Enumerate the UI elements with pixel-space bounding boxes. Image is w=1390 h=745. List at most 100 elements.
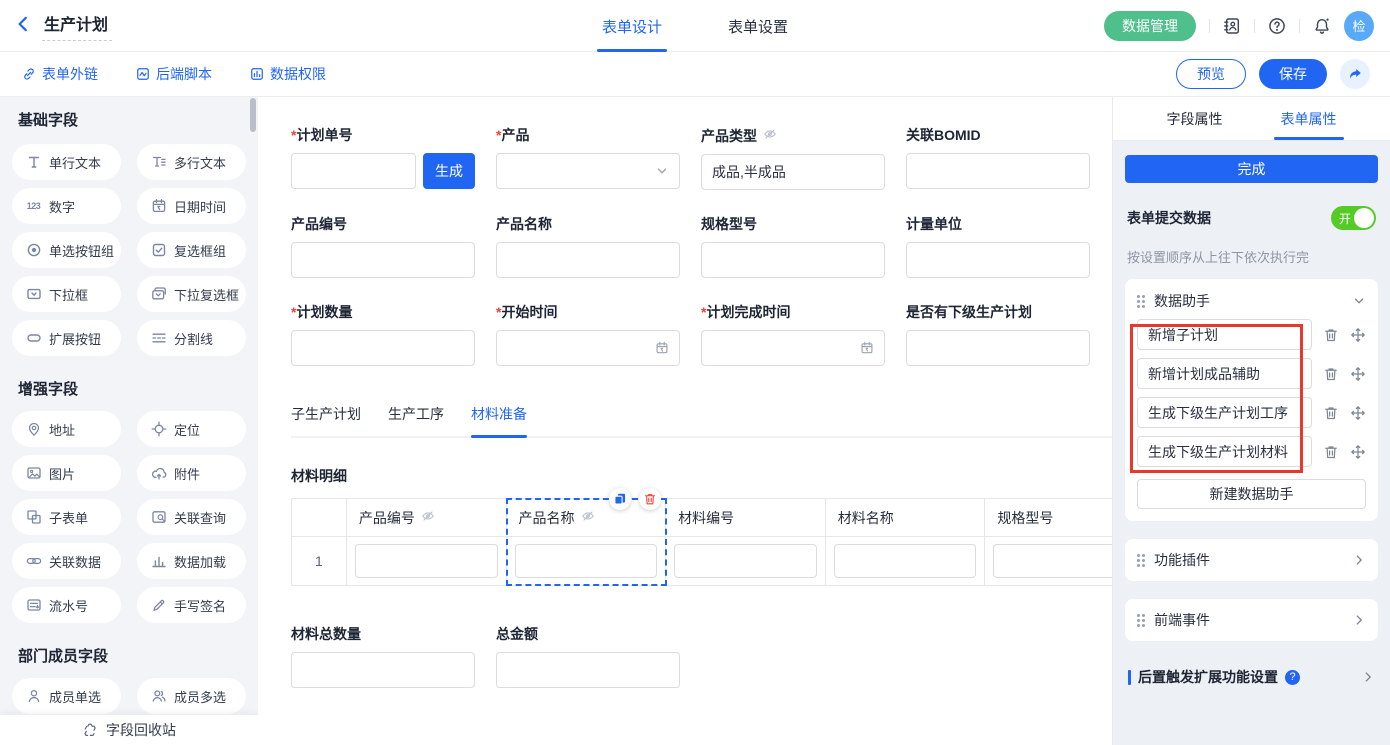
help-badge-icon[interactable]: ? bbox=[1285, 670, 1300, 685]
field-button-multi-text[interactable]: 多行文本 bbox=[137, 144, 246, 180]
done-button[interactable]: 完成 bbox=[1125, 155, 1378, 183]
move-icon[interactable] bbox=[1350, 327, 1366, 343]
field-button-link-data[interactable]: 关联数据 bbox=[12, 543, 121, 579]
bom-id-input[interactable] bbox=[906, 153, 1090, 189]
delete-column-button[interactable] bbox=[639, 488, 661, 510]
share-button[interactable] bbox=[1340, 59, 1370, 89]
help-icon[interactable] bbox=[1268, 17, 1286, 35]
cell-input[interactable] bbox=[355, 544, 498, 578]
field-bom-id[interactable]: 关联BOMID bbox=[906, 127, 1090, 190]
tab-production-process[interactable]: 生产工序 bbox=[388, 404, 444, 436]
field-start-time[interactable]: *开始时间 bbox=[496, 304, 680, 366]
frontend-event-section[interactable]: 前端事件 bbox=[1125, 599, 1378, 641]
has-sub-plan-input[interactable] bbox=[906, 330, 1090, 366]
save-button[interactable]: 保存 bbox=[1259, 59, 1327, 89]
post-trigger-settings-link[interactable]: 后置触发扩展功能设置 ? bbox=[1125, 667, 1378, 687]
field-button-extend-button[interactable]: 扩展按钮 bbox=[12, 320, 121, 356]
product-select[interactable] bbox=[496, 153, 680, 189]
tab-form-design[interactable]: 表单设计 bbox=[602, 0, 662, 52]
contacts-icon[interactable] bbox=[1223, 17, 1241, 35]
field-button-multi-select[interactable]: 下拉复选框 bbox=[137, 276, 246, 312]
field-plan-qty[interactable]: *计划数量 bbox=[291, 304, 475, 366]
drag-handle-icon[interactable] bbox=[1137, 554, 1145, 567]
new-data-assistant-button[interactable]: 新建数据助手 bbox=[1137, 479, 1366, 509]
field-button-single-text[interactable]: 单行文本 bbox=[12, 144, 121, 180]
tab-field-properties[interactable]: 字段属性 bbox=[1167, 97, 1223, 140]
plan-qty-input[interactable] bbox=[291, 330, 475, 366]
notification-icon[interactable] bbox=[1313, 17, 1331, 35]
product-code-input[interactable] bbox=[291, 242, 475, 278]
field-spec-model[interactable]: 规格型号 bbox=[701, 216, 885, 278]
field-has-sub-plan[interactable]: 是否有下级生产计划 bbox=[906, 304, 1090, 366]
field-product-name[interactable]: 产品名称 bbox=[496, 216, 680, 278]
function-plugin-section[interactable]: 功能插件 bbox=[1125, 539, 1378, 581]
field-product-code[interactable]: 产品编号 bbox=[291, 216, 475, 278]
field-button-lookup[interactable]: 关联查询 bbox=[137, 499, 246, 535]
trash-icon[interactable] bbox=[1323, 405, 1339, 421]
assistant-item-button[interactable]: 生成下级生产计划材料 bbox=[1137, 436, 1312, 467]
drag-handle-icon[interactable] bbox=[1137, 614, 1145, 627]
move-icon[interactable] bbox=[1350, 405, 1366, 421]
assistant-item-button[interactable]: 新增计划成品辅助 bbox=[1137, 358, 1312, 389]
unit-input[interactable] bbox=[906, 242, 1090, 278]
field-unit[interactable]: 计量单位 bbox=[906, 216, 1090, 278]
product-name-input[interactable] bbox=[496, 242, 680, 278]
chevron-down-icon[interactable] bbox=[1352, 294, 1366, 308]
tab-form-properties[interactable]: 表单属性 bbox=[1281, 97, 1337, 140]
field-button-serial[interactable]: 流水号 bbox=[12, 587, 121, 623]
field-total-amount[interactable]: 总金额 bbox=[496, 626, 680, 688]
product-type-input[interactable]: 成品,半成品 bbox=[701, 154, 885, 190]
field-button-member-multi[interactable]: 成员多选 bbox=[137, 678, 246, 714]
field-button-signature[interactable]: 手写签名 bbox=[137, 587, 246, 623]
submit-data-toggle[interactable]: 开 bbox=[1331, 206, 1376, 230]
column-product-name-selected[interactable]: 产品名称 bbox=[507, 499, 667, 585]
page-title[interactable]: 生产计划 bbox=[42, 11, 112, 41]
tab-form-settings[interactable]: 表单设置 bbox=[728, 0, 788, 52]
data-manage-button[interactable]: 数据管理 bbox=[1104, 11, 1196, 41]
drag-handle-icon[interactable] bbox=[1137, 295, 1145, 308]
assistant-item-button[interactable]: 生成下级生产计划工序 bbox=[1137, 397, 1312, 428]
field-recycle-bin[interactable]: 字段回收站 bbox=[0, 715, 258, 745]
field-finish-time[interactable]: *计划完成时间 bbox=[701, 304, 885, 366]
field-button-address[interactable]: 地址 bbox=[12, 411, 121, 447]
field-button-subform[interactable]: 子表单 bbox=[12, 499, 121, 535]
column-material-name[interactable]: 材料名称 bbox=[826, 499, 986, 585]
field-plan-no[interactable]: *计划单号 生成 bbox=[291, 127, 475, 190]
total-amount-input[interactable] bbox=[496, 652, 680, 688]
tab-sub-production-plan[interactable]: 子生产计划 bbox=[291, 404, 361, 436]
data-permission-link[interactable]: 数据权限 bbox=[250, 64, 326, 84]
column-spec-model[interactable]: 规格型号 bbox=[985, 499, 1112, 585]
move-icon[interactable] bbox=[1350, 366, 1366, 382]
start-time-input[interactable] bbox=[496, 330, 680, 366]
field-button-attachment[interactable]: 附件 bbox=[137, 455, 246, 491]
finish-time-input[interactable] bbox=[701, 330, 885, 366]
avatar[interactable]: 检 bbox=[1344, 11, 1374, 41]
field-button-datetime[interactable]: 日期时间 bbox=[137, 188, 246, 224]
column-material-code[interactable]: 材料编号 bbox=[666, 499, 826, 585]
field-button-location[interactable]: 定位 bbox=[137, 411, 246, 447]
scrollbar-thumb[interactable] bbox=[250, 98, 256, 132]
back-icon[interactable] bbox=[14, 15, 32, 36]
backend-script-link[interactable]: 后端脚本 bbox=[136, 64, 212, 84]
field-button-image[interactable]: 图片 bbox=[12, 455, 121, 491]
tab-material-preparation[interactable]: 材料准备 bbox=[471, 404, 527, 436]
form-external-link[interactable]: 表单外链 bbox=[22, 64, 98, 84]
cell-input[interactable] bbox=[834, 544, 977, 578]
field-material-total-qty[interactable]: 材料总数量 bbox=[291, 626, 475, 688]
trash-icon[interactable] bbox=[1323, 327, 1339, 343]
field-button-radio-group[interactable]: 单选按钮组 bbox=[12, 232, 121, 268]
material-total-qty-input[interactable] bbox=[291, 652, 475, 688]
column-product-code[interactable]: 产品编号 bbox=[347, 499, 507, 585]
field-button-select[interactable]: 下拉框 bbox=[12, 276, 121, 312]
trash-icon[interactable] bbox=[1323, 444, 1339, 460]
trash-icon[interactable] bbox=[1323, 366, 1339, 382]
cell-input[interactable] bbox=[674, 544, 817, 578]
generate-button[interactable]: 生成 bbox=[423, 153, 475, 189]
copy-column-button[interactable] bbox=[609, 488, 631, 510]
plan-no-input[interactable] bbox=[291, 153, 416, 189]
field-button-divider[interactable]: 分割线 bbox=[137, 320, 246, 356]
field-button-checkbox-group[interactable]: 复选框组 bbox=[137, 232, 246, 268]
cell-input[interactable] bbox=[515, 544, 658, 578]
spec-model-input[interactable] bbox=[701, 242, 885, 278]
field-button-member-single[interactable]: 成员单选 bbox=[12, 678, 121, 714]
